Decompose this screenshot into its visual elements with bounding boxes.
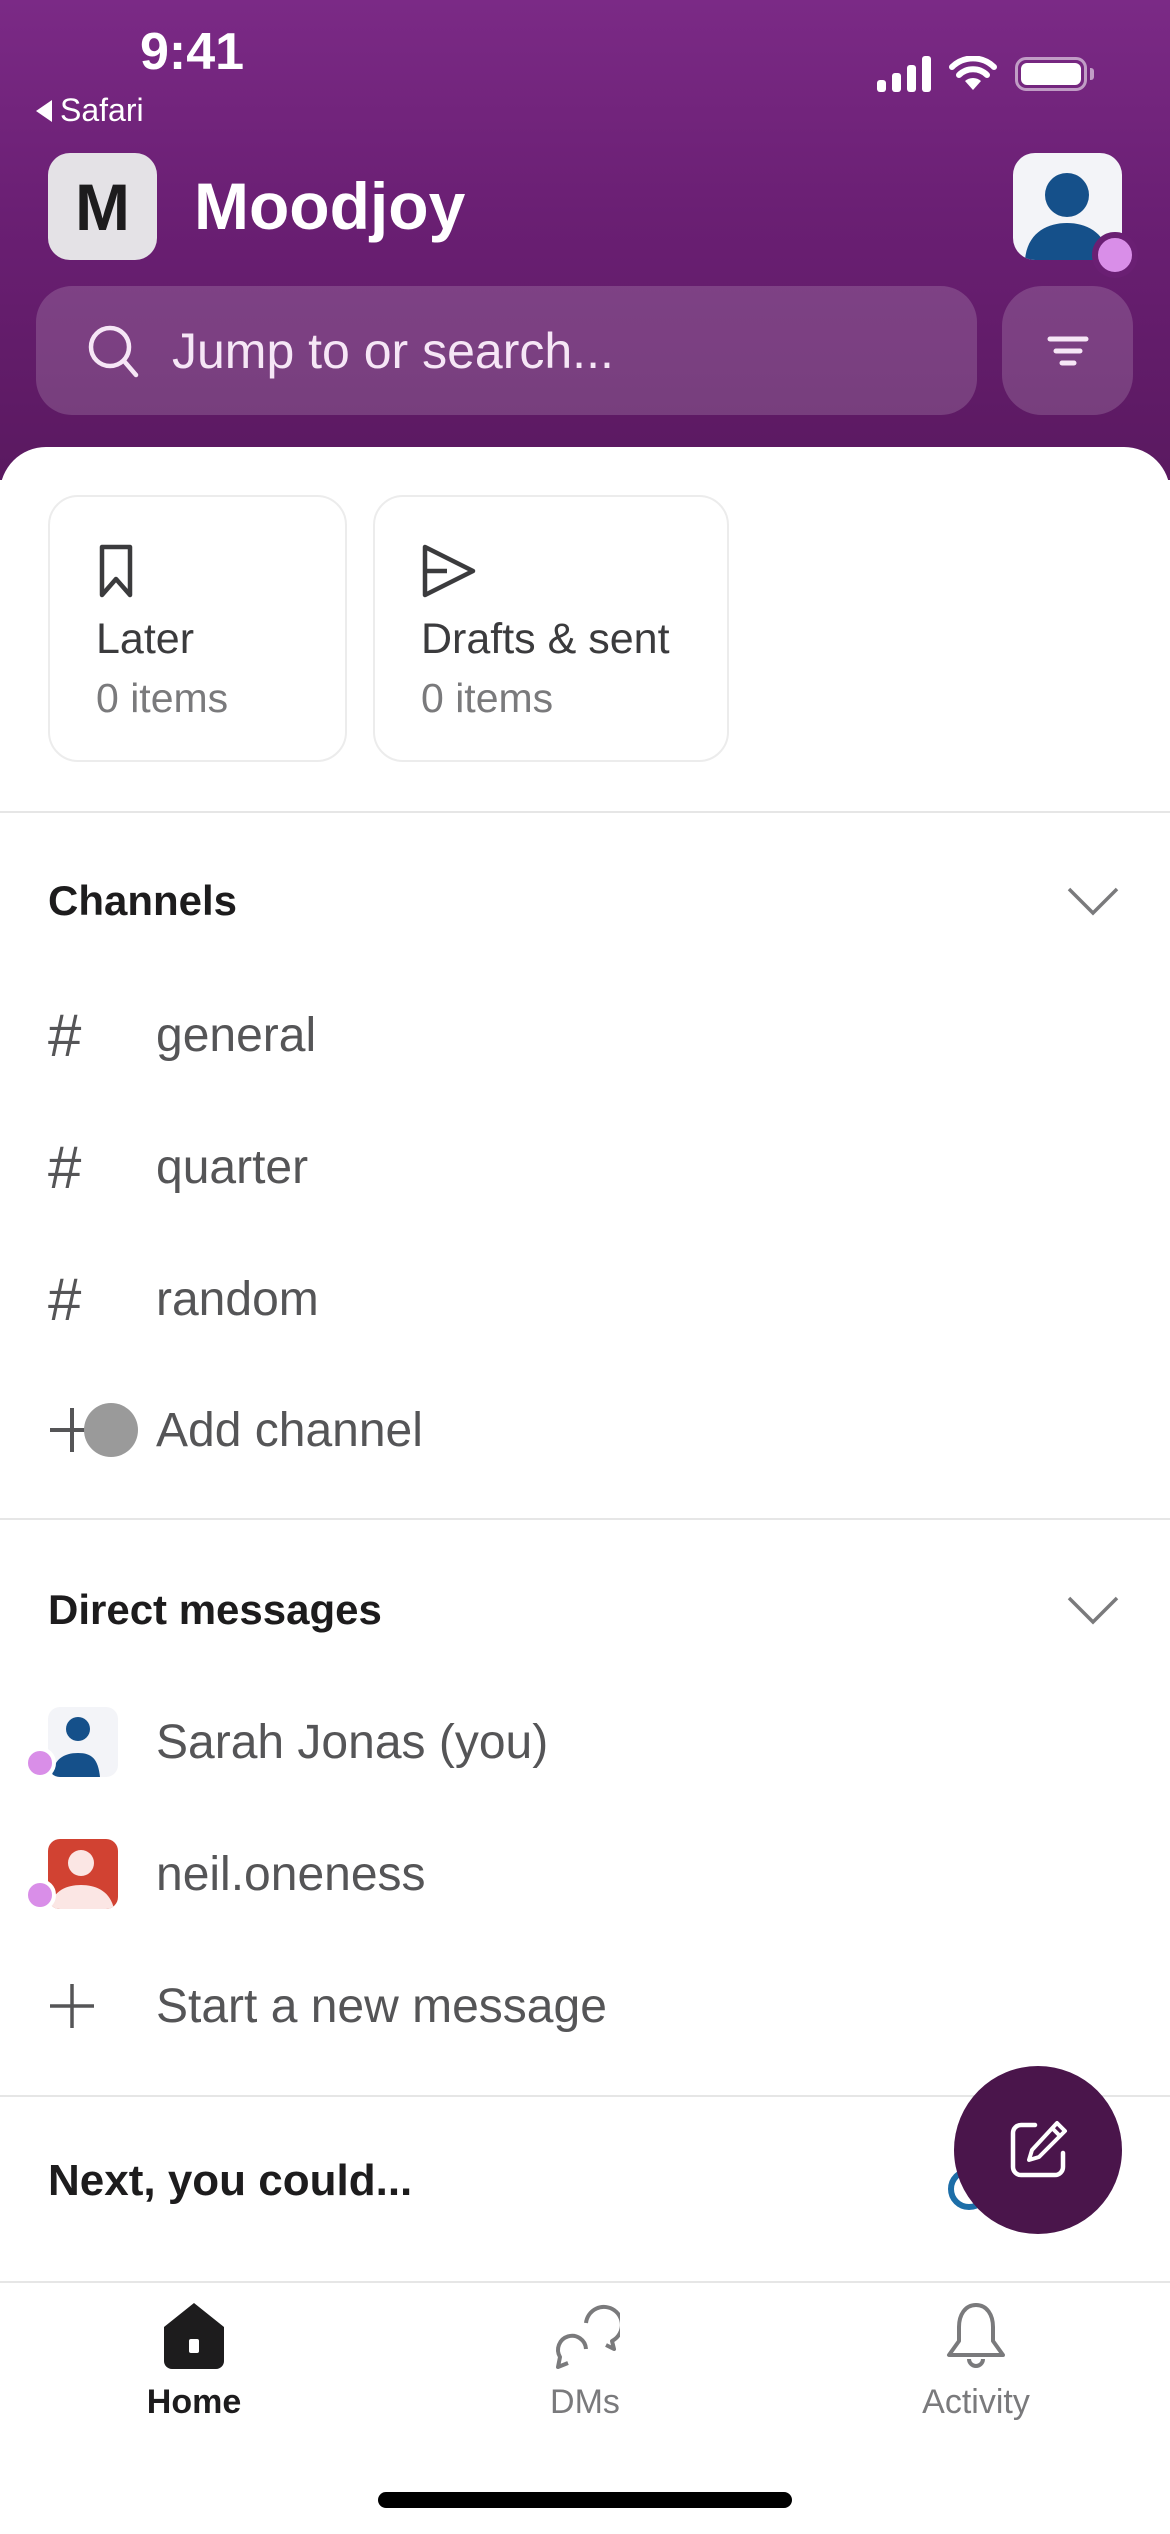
presence-indicator [1092, 232, 1138, 278]
back-arrow-icon [36, 99, 52, 122]
dms-icon [556, 2304, 620, 2369]
search-bar[interactable]: Jump to or search... [36, 286, 977, 415]
dm-name: neil.oneness [156, 1847, 426, 1901]
add-channel-label: Add channel [156, 1403, 423, 1457]
cellular-signal-icon [877, 56, 931, 92]
add-channel-button[interactable]: Add channel [0, 1375, 1170, 1485]
dm-name: Sarah Jonas (you) [156, 1715, 549, 1769]
drafts-sent-card[interactable]: Drafts & sent 0 items [373, 495, 729, 762]
bell-icon [947, 2303, 1005, 2368]
filter-button[interactable] [1002, 286, 1133, 415]
dm-item-neil[interactable]: neil.oneness [0, 1819, 1170, 1929]
battery-icon [1015, 57, 1087, 91]
battery-nub [1090, 68, 1094, 80]
presence-indicator [24, 1747, 56, 1779]
wifi-icon [949, 56, 997, 90]
channel-name: quarter [156, 1140, 309, 1194]
back-app-label: Safari [60, 92, 144, 128]
tab-label: Home [146, 2383, 242, 2421]
hash-icon: # [48, 1001, 82, 1069]
later-card[interactable]: Later 0 items [48, 495, 347, 762]
chevron-down-icon[interactable] [1066, 1594, 1120, 1626]
divider [0, 1518, 1170, 1520]
drafts-count: 0 items [421, 675, 554, 721]
dm-item-sarah[interactable]: Sarah Jonas (you) [0, 1687, 1170, 1797]
tab-activity[interactable]: Activity [826, 2301, 1126, 2422]
back-to-safari[interactable]: Safari [36, 92, 144, 129]
later-count: 0 items [96, 675, 229, 721]
hash-icon: # [48, 1133, 82, 1201]
tab-label: DMs [550, 2383, 620, 2421]
plus-icon [50, 1984, 94, 2028]
channels-section-title[interactable]: Channels [48, 877, 237, 925]
user-avatar-icon [52, 1717, 100, 1777]
channel-item-random[interactable]: # random [0, 1244, 1170, 1354]
channel-item-general[interactable]: # general [0, 980, 1170, 1090]
search-icon [88, 325, 139, 377]
divider [0, 811, 1170, 813]
later-title: Later [96, 615, 195, 663]
next-section-title: Next, you could... [48, 2156, 413, 2205]
channel-item-quarter[interactable]: # quarter [0, 1112, 1170, 1222]
channel-name: random [156, 1272, 319, 1326]
home-indicator[interactable] [378, 2492, 792, 2508]
avatar [48, 1707, 118, 1777]
tab-home[interactable]: Home [44, 2301, 344, 2422]
dm-section-title[interactable]: Direct messages [48, 1586, 382, 1634]
touch-indicator [84, 1403, 138, 1457]
filter-icon [1047, 336, 1088, 365]
start-new-message-button[interactable]: Start a new message [0, 1951, 1170, 2061]
workspace-name[interactable]: Moodjoy [194, 168, 465, 244]
hash-icon: # [48, 1265, 82, 1333]
drafts-title: Drafts & sent [421, 615, 670, 663]
workspace-icon[interactable]: M [48, 153, 157, 260]
compose-icon [1010, 2121, 1067, 2178]
chevron-down-icon[interactable] [1066, 885, 1120, 917]
search-placeholder: Jump to or search... [172, 322, 614, 379]
home-icon [164, 2303, 224, 2369]
channel-name: general [156, 1008, 317, 1062]
status-icons [877, 56, 1094, 92]
tab-label: Activity [922, 2383, 1030, 2421]
tab-dms[interactable]: DMs [435, 2301, 735, 2422]
status-time: 9:41 [140, 23, 245, 81]
start-new-message-label: Start a new message [156, 1979, 607, 2033]
send-icon [422, 544, 476, 598]
user-avatar-icon [50, 1850, 114, 1909]
bookmark-icon [99, 544, 133, 598]
compose-button[interactable] [954, 2066, 1122, 2234]
avatar [48, 1839, 118, 1909]
presence-indicator [24, 1879, 56, 1911]
